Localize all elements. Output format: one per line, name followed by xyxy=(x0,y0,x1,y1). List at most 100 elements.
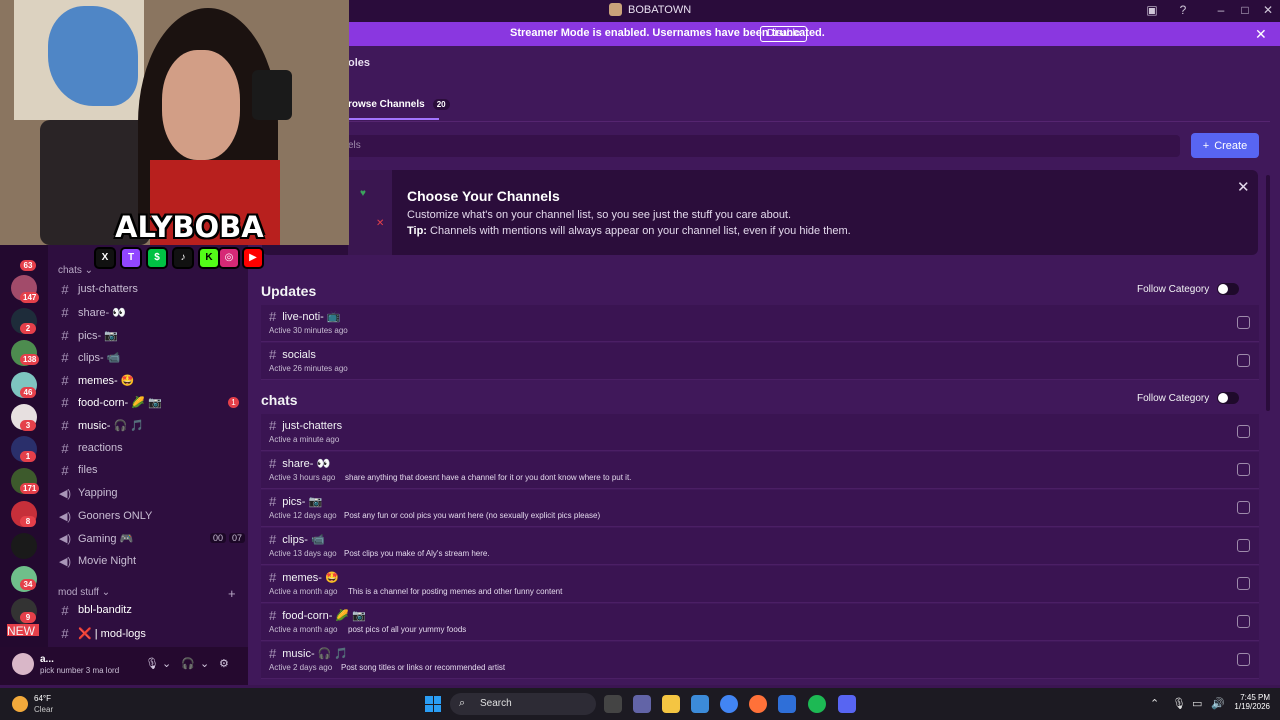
category-mod-stuff[interactable]: mod stuff ⌄ xyxy=(58,587,110,598)
speaker-icon: ◀) xyxy=(58,487,72,500)
channel-row[interactable]: # live-noti- 📺 Active 30 minutes ago xyxy=(261,305,1259,342)
speaker-icon: ◀) xyxy=(58,532,72,545)
sidebar-voice-channel[interactable]: ◀) Movie Night xyxy=(58,551,244,571)
sidebar-voice-channel[interactable]: ◀) Yapping xyxy=(58,483,244,503)
sidebar-channel[interactable]: # clips- 📹 xyxy=(58,347,244,367)
channel-checkbox[interactable] xyxy=(1237,615,1250,628)
headphones-icon[interactable]: 🎧 xyxy=(181,657,195,670)
minimize-icon[interactable]: – xyxy=(1214,3,1228,17)
active-tab-indicator xyxy=(348,118,439,120)
sidebar-voice-channel[interactable]: ◀) Gaming 🎮 00 07 xyxy=(58,528,246,548)
channel-checkbox[interactable] xyxy=(1237,539,1250,552)
sidebar-channel[interactable]: # memes- 🤩 xyxy=(58,370,244,390)
chevron-down-icon[interactable]: ⌄ xyxy=(200,657,209,670)
channel-checkbox[interactable] xyxy=(1237,653,1250,666)
hash-icon: # xyxy=(269,532,277,547)
scrollbar[interactable] xyxy=(1266,175,1270,411)
channel-row[interactable]: # share- 👀 Active 3 hours ago share anyth… xyxy=(261,452,1259,489)
sidebar-channel[interactable]: # files xyxy=(58,460,244,480)
hash-icon: # xyxy=(61,372,69,388)
microphone-icon[interactable]: 🎙 xyxy=(145,657,159,670)
streamer-logo: ALYBOBA xyxy=(115,210,264,244)
channel-row[interactable]: # clips- 📹 Active 13 days ago Post clips … xyxy=(261,528,1259,565)
clock[interactable]: 7:45 PM 1/19/2026 xyxy=(1232,693,1270,711)
channel-row[interactable]: # socials Active 26 minutes ago xyxy=(261,343,1259,380)
channel-row[interactable]: # memes- 🤩 Active a month ago This is a c… xyxy=(261,566,1259,603)
channel-checkbox[interactable] xyxy=(1237,501,1250,514)
channel-row[interactable]: # food-corn- 🌽 📷 Active a month ago post … xyxy=(261,604,1259,641)
copilot-icon[interactable] xyxy=(604,695,622,713)
server-badge: 63 xyxy=(20,260,36,271)
sidebar-channel[interactable]: # music- 🎧 🎵 xyxy=(58,415,244,435)
microphone-icon[interactable]: 🎙 xyxy=(1172,697,1186,710)
chevron-down-icon[interactable]: ⌄ xyxy=(162,657,171,670)
server-badge: 1 xyxy=(20,451,36,462)
store-icon[interactable] xyxy=(691,695,709,713)
taskbar: 64°F Clear ⌕ Search ⌃ 🎙 ▭ 🔊 7:45 PM 1/19… xyxy=(0,688,1280,720)
webcam-overlay xyxy=(0,0,349,245)
maximize-icon[interactable]: □ xyxy=(1238,3,1252,17)
hash-icon: # xyxy=(61,394,69,410)
volume-icon[interactable]: 🔊 xyxy=(1211,697,1225,710)
sidebar-channel[interactable]: # food-corn- 🌽 📷 1 xyxy=(58,392,244,412)
streamer-face xyxy=(162,50,240,160)
tab-roles[interactable]: oles xyxy=(348,57,370,69)
channel-topic: Post clips you make of Aly's stream here… xyxy=(344,549,490,558)
sidebar-channel[interactable]: # reactions xyxy=(58,438,244,458)
window-title: BOBATOWN xyxy=(609,3,691,16)
follow-toggle[interactable] xyxy=(1217,392,1240,404)
weather-moon-icon[interactable] xyxy=(12,696,28,712)
sidebar-channel[interactable]: # bbl-banditz xyxy=(58,600,244,620)
channel-row[interactable]: # music- 🎧 🎵 Active 2 days ago Post song … xyxy=(261,642,1259,679)
follow-toggle[interactable] xyxy=(1217,283,1240,295)
spotify-icon[interactable] xyxy=(808,695,826,713)
firefox-icon[interactable] xyxy=(749,695,767,713)
network-icon[interactable]: ▭ xyxy=(1192,697,1202,710)
card-tip: Tip: Channels with mentions will always … xyxy=(407,225,851,237)
inbox-icon[interactable]: ▣ xyxy=(1145,3,1159,17)
channel-row[interactable]: # pics- 📷 Active 12 days ago Post any fun… xyxy=(261,490,1259,527)
chevron-up-icon[interactable]: ⌃ xyxy=(1150,697,1159,710)
channel-checkbox[interactable] xyxy=(1237,463,1250,476)
server-badge: 2 xyxy=(20,323,36,334)
channel-topic: share anything that doesnt have a channe… xyxy=(345,473,632,482)
channel-checkbox[interactable] xyxy=(1237,425,1250,438)
avatar[interactable] xyxy=(12,653,34,675)
wall-poster xyxy=(14,0,144,120)
channel-search-input[interactable]: els xyxy=(340,135,1180,157)
teams-icon[interactable] xyxy=(633,695,651,713)
gear-icon[interactable]: ⚙ xyxy=(219,657,229,670)
follow-category-chats[interactable]: Follow Category xyxy=(1137,392,1240,404)
hash-icon: # xyxy=(269,646,277,661)
channel-checkbox[interactable] xyxy=(1237,316,1250,329)
taskbar-search[interactable]: ⌕ Search xyxy=(450,693,596,715)
close-banner-icon[interactable]: ✕ xyxy=(1255,26,1267,43)
choose-channels-card: ♥ ✕ Choose Your Channels Customize what'… xyxy=(262,170,1258,255)
server-badge: 171 xyxy=(20,483,40,494)
hash-icon: # xyxy=(61,417,69,433)
create-button[interactable]: + Create xyxy=(1191,133,1259,158)
windows-start-icon[interactable] xyxy=(425,696,441,712)
header-divider xyxy=(260,121,1270,122)
close-window-icon[interactable]: ✕ xyxy=(1261,3,1275,17)
channel-checkbox[interactable] xyxy=(1237,577,1250,590)
sidebar-channel[interactable]: # share- 👀 xyxy=(58,302,244,322)
help-icon[interactable]: ? xyxy=(1176,3,1190,17)
sidebar-voice-channel[interactable]: ◀) Gooners ONLY xyxy=(58,506,244,526)
discord-icon[interactable] xyxy=(838,695,856,713)
channel-checkbox[interactable] xyxy=(1237,354,1250,367)
category-chats[interactable]: chats ⌄ xyxy=(58,265,93,276)
disable-streamer-mode-button[interactable]: Disable xyxy=(760,26,808,42)
sidebar-channel[interactable]: # ❌ | mod-logs xyxy=(58,623,244,643)
close-card-icon[interactable]: ✕ xyxy=(1237,178,1250,196)
channel-row[interactable]: # just-chatters Active a minute ago xyxy=(261,414,1259,451)
file-explorer-icon[interactable] xyxy=(662,695,680,713)
sidebar-channel[interactable]: # just-chatters xyxy=(58,279,244,299)
follow-category-updates[interactable]: Follow Category xyxy=(1137,283,1240,295)
server-avatar[interactable] xyxy=(11,533,37,559)
chrome-icon[interactable] xyxy=(720,695,738,713)
app-icon[interactable] xyxy=(778,695,796,713)
sidebar-channel[interactable]: # pics- 📷 xyxy=(58,325,244,345)
add-channel-icon[interactable]: + xyxy=(228,586,236,601)
tab-browse-channels[interactable]: rowse Channels 20 xyxy=(348,99,450,110)
